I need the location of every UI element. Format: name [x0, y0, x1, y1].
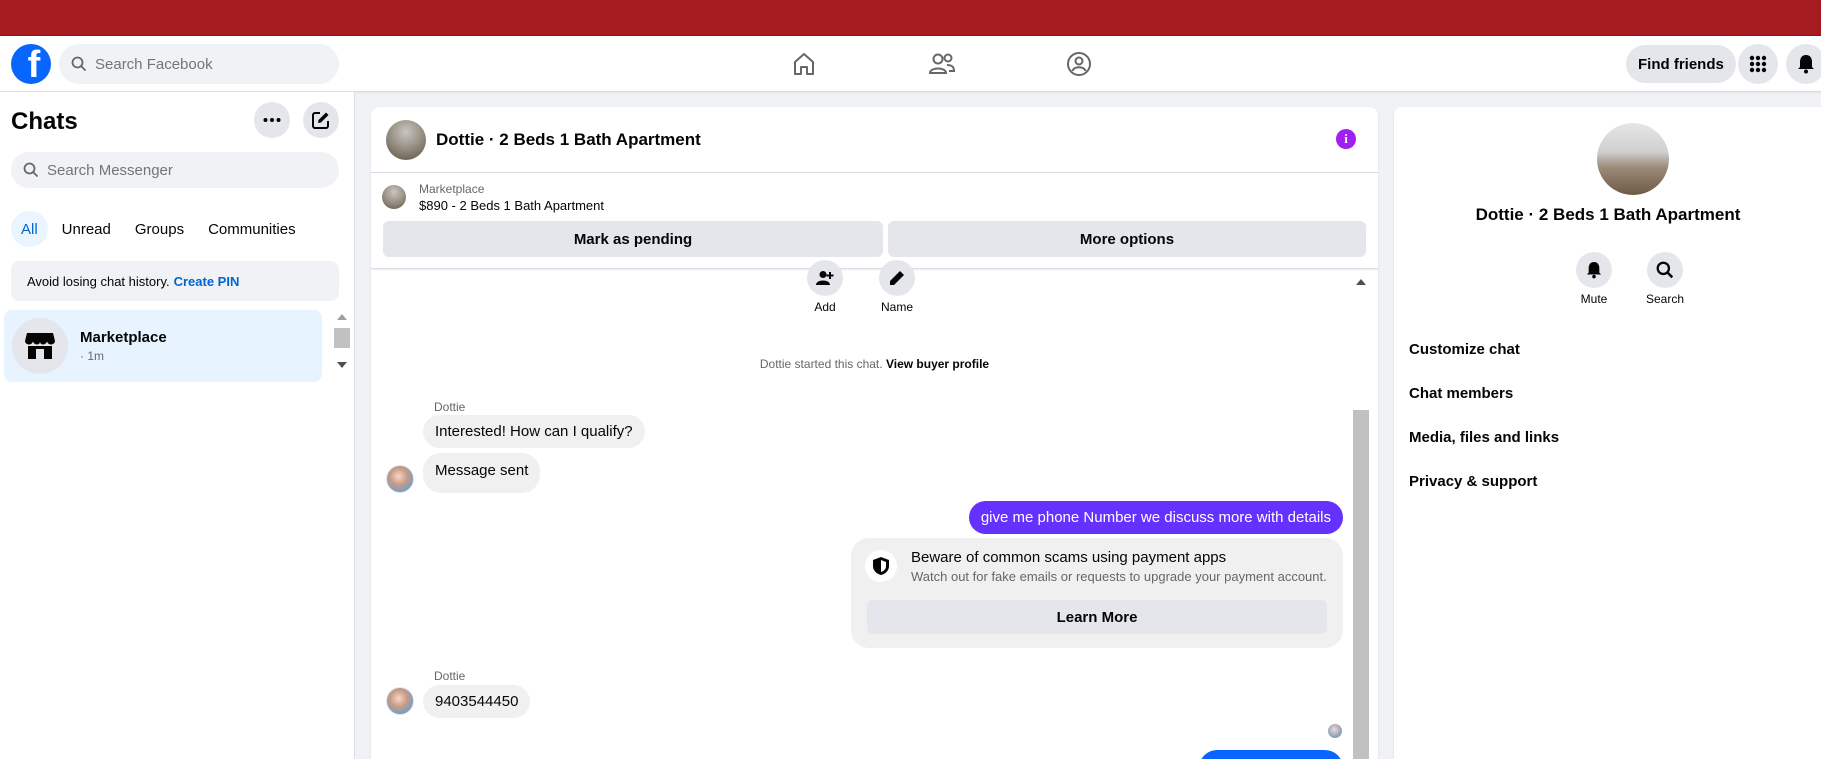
marketplace-label: Marketplace [419, 182, 485, 196]
filter-communities[interactable]: Communities [198, 211, 306, 247]
shield-icon [865, 550, 897, 582]
scam-warning-title: Beware of common scams using payment app… [911, 549, 1227, 566]
conversation-scrollbar[interactable] [1351, 274, 1371, 759]
name-label: Name [880, 300, 913, 314]
add-label: Add [814, 300, 836, 314]
search-icon [23, 162, 39, 178]
sidebar-scrollbar[interactable] [331, 310, 353, 372]
scam-warning-subtitle: Watch out for fake emails or requests to… [911, 569, 1327, 584]
facebook-search-box[interactable] [59, 44, 339, 84]
scroll-up-arrow-icon[interactable] [1351, 274, 1371, 290]
chat-started-text: Dottie started this chat. [759, 357, 883, 371]
chat-name: Marketplace [80, 329, 167, 346]
outgoing-message-partial[interactable] [1199, 750, 1343, 759]
filter-unread[interactable]: Unread [52, 211, 121, 247]
sender-avatar[interactable] [386, 465, 414, 493]
incoming-message[interactable]: Message sent [423, 453, 541, 493]
pin-notice-text: Avoid losing chat history. [27, 273, 170, 289]
conversation-avatar[interactable] [386, 119, 426, 160]
details-title: Dottie · 2 Beds 1 Bath Apartment [1475, 205, 1741, 224]
chat-time: · 1m [80, 349, 104, 363]
outgoing-message[interactable]: give me phone Number we discuss more wit… [968, 501, 1343, 534]
facebook-logo-letter: f [27, 44, 41, 84]
add-action[interactable]: Add [807, 260, 843, 314]
listing-thumbnail[interactable] [382, 185, 406, 209]
message-list: Add Name Dottie started this chat. View … [371, 260, 1378, 759]
scrollbar-thumb[interactable] [1353, 410, 1369, 759]
search-icon [1647, 252, 1684, 288]
listing-price-title[interactable]: $890 - 2 Beds 1 Bath Apartment [419, 198, 604, 213]
chats-title: Chats [11, 108, 78, 135]
conversation-title[interactable]: Dottie · 2 Beds 1 Bath Apartment [436, 130, 701, 150]
facebook-header: f Find friends [0, 36, 1821, 92]
search-action[interactable]: Search [1646, 252, 1684, 306]
facebook-logo[interactable]: f [11, 44, 51, 84]
messenger-search-input[interactable] [47, 161, 307, 179]
pencil-icon [879, 260, 915, 296]
chat-members-item[interactable]: Chat members [1409, 385, 1513, 402]
pin-notice: Avoid losing chat history. Create PIN [11, 261, 339, 301]
mute-action[interactable]: Mute [1576, 252, 1612, 306]
sender-name: Dottie [434, 400, 466, 414]
search-label: Search [1646, 292, 1685, 306]
incoming-message[interactable]: 9403544450 [423, 685, 531, 718]
view-buyer-profile-link[interactable]: View buyer profile [886, 357, 989, 371]
chats-sidebar: Chats All Unread Groups Communities Avoi… [0, 92, 355, 759]
home-icon[interactable] [788, 48, 820, 80]
search-icon [71, 56, 87, 72]
scam-warning-card: Beware of common scams using payment app… [851, 538, 1343, 648]
learn-more-button[interactable]: Learn More [867, 600, 1327, 634]
name-action[interactable]: Name [879, 260, 915, 314]
friends-icon[interactable] [926, 48, 958, 80]
chat-list-item-marketplace[interactable]: Marketplace · 1m [4, 310, 322, 382]
mark-as-pending-button[interactable]: Mark as pending [383, 221, 883, 257]
mute-label: Mute [1580, 292, 1608, 306]
bell-icon [1576, 252, 1612, 288]
chat-filters: All Unread Groups Communities [11, 211, 306, 247]
incoming-message[interactable]: Interested! How can I qualify? [423, 415, 645, 448]
filter-all[interactable]: All [11, 211, 48, 247]
more-options-icon[interactable] [254, 102, 290, 138]
chat-details-panel: Dottie · 2 Beds 1 Bath Apartment Mute Se… [1394, 107, 1821, 759]
menu-grid-icon[interactable] [1738, 44, 1778, 84]
sender-name: Dottie [434, 669, 466, 683]
add-person-icon [807, 260, 843, 296]
filter-groups[interactable]: Groups [125, 211, 194, 247]
browser-top-bar [0, 0, 1821, 36]
messenger-search-box[interactable] [11, 152, 339, 188]
info-icon[interactable]: i [1336, 129, 1356, 149]
customize-chat-item[interactable]: Customize chat [1409, 341, 1520, 358]
details-avatar[interactable] [1597, 123, 1669, 195]
create-pin-link[interactable]: Create PIN [174, 274, 240, 289]
privacy-support-item[interactable]: Privacy & support [1409, 473, 1537, 490]
new-message-icon[interactable] [303, 102, 339, 138]
groups-icon[interactable] [1063, 48, 1095, 80]
media-files-links-item[interactable]: Media, files and links [1409, 429, 1559, 446]
find-friends-button[interactable]: Find friends [1626, 45, 1736, 83]
chat-started-note: Dottie started this chat. View buyer pro… [371, 357, 1378, 371]
read-receipt-avatar [1328, 724, 1342, 738]
sender-avatar[interactable] [386, 687, 414, 715]
notifications-bell-icon[interactable] [1786, 44, 1821, 84]
more-options-button[interactable]: More options [888, 221, 1366, 257]
marketplace-store-icon [12, 318, 68, 374]
facebook-search-input[interactable] [95, 55, 315, 73]
conversation-header: Dottie · 2 Beds 1 Bath Apartment i [371, 107, 1378, 173]
conversation-panel: Dottie · 2 Beds 1 Bath Apartment i Marke… [371, 107, 1378, 759]
